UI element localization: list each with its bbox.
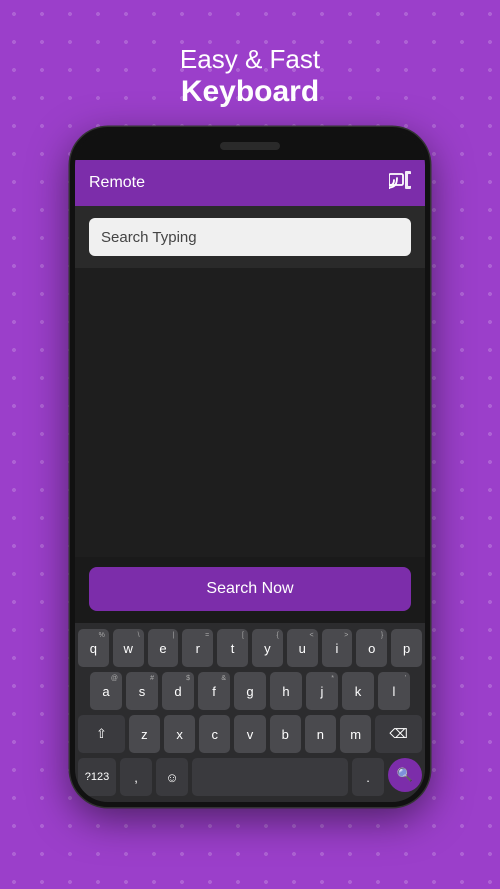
search-now-label: Search Now — [206, 580, 293, 598]
app-toolbar: Remote — [75, 160, 425, 206]
keyboard-row-3: ⇧ z x c v b n m ⌫ — [78, 715, 422, 753]
backspace-key[interactable]: ⌫ — [375, 715, 422, 753]
key-t[interactable]: [t — [217, 629, 248, 667]
shift-key[interactable]: ⇧ — [78, 715, 125, 753]
key-x[interactable]: x — [164, 715, 195, 753]
key-h[interactable]: h — [270, 672, 302, 710]
key-o[interactable]: }o — [356, 629, 387, 667]
header-line2: Keyboard — [180, 75, 320, 109]
keyboard-bottom-row: ?123 , ☺ . 🔍 — [78, 758, 422, 796]
key-p[interactable]: p — [391, 629, 422, 667]
key-l[interactable]: 'l — [378, 672, 410, 710]
header: Easy & Fast Keyboard — [180, 44, 320, 109]
search-input[interactable] — [101, 229, 399, 246]
key-w[interactable]: \w — [113, 629, 144, 667]
cast-icon[interactable] — [389, 171, 411, 195]
period-key[interactable]: . — [352, 758, 384, 796]
phone-notch — [75, 132, 425, 160]
keyboard: %q \w |e =r [t {y <u >i }o p @a #s $d &f… — [75, 623, 425, 802]
key-z[interactable]: z — [129, 715, 160, 753]
keyboard-row-2: @a #s $d &f g h *j k 'l — [78, 672, 422, 710]
search-bar-container — [75, 206, 425, 268]
search-input-field[interactable] — [89, 218, 411, 256]
app-title: Remote — [89, 174, 389, 192]
num-key[interactable]: ?123 — [78, 758, 116, 796]
key-k[interactable]: k — [342, 672, 374, 710]
key-i[interactable]: >i — [322, 629, 353, 667]
key-n[interactable]: n — [305, 715, 336, 753]
emoji-key[interactable]: ☺ — [156, 758, 188, 796]
key-s[interactable]: #s — [126, 672, 158, 710]
key-y[interactable]: {y — [252, 629, 283, 667]
content-area — [75, 268, 425, 557]
key-e[interactable]: |e — [148, 629, 179, 667]
key-g[interactable]: g — [234, 672, 266, 710]
notch-pill — [220, 142, 280, 150]
key-v[interactable]: v — [234, 715, 265, 753]
key-q[interactable]: %q — [78, 629, 109, 667]
key-c[interactable]: c — [199, 715, 230, 753]
key-r[interactable]: =r — [182, 629, 213, 667]
space-key[interactable] — [192, 758, 348, 796]
keyboard-row-1: %q \w |e =r [t {y <u >i }o p — [78, 629, 422, 667]
comma-key[interactable]: , — [120, 758, 152, 796]
key-b[interactable]: b — [270, 715, 301, 753]
search-now-button[interactable]: Search Now — [89, 567, 411, 611]
key-a[interactable]: @a — [90, 672, 122, 710]
key-u[interactable]: <u — [287, 629, 318, 667]
key-m[interactable]: m — [340, 715, 371, 753]
key-j[interactable]: *j — [306, 672, 338, 710]
phone-frame: Remote Search Now — [70, 127, 430, 807]
key-d[interactable]: $d — [162, 672, 194, 710]
app-screen: Remote Search Now — [75, 160, 425, 802]
search-keyboard-key[interactable]: 🔍 — [388, 758, 422, 792]
key-f[interactable]: &f — [198, 672, 230, 710]
header-line1: Easy & Fast — [180, 44, 320, 75]
